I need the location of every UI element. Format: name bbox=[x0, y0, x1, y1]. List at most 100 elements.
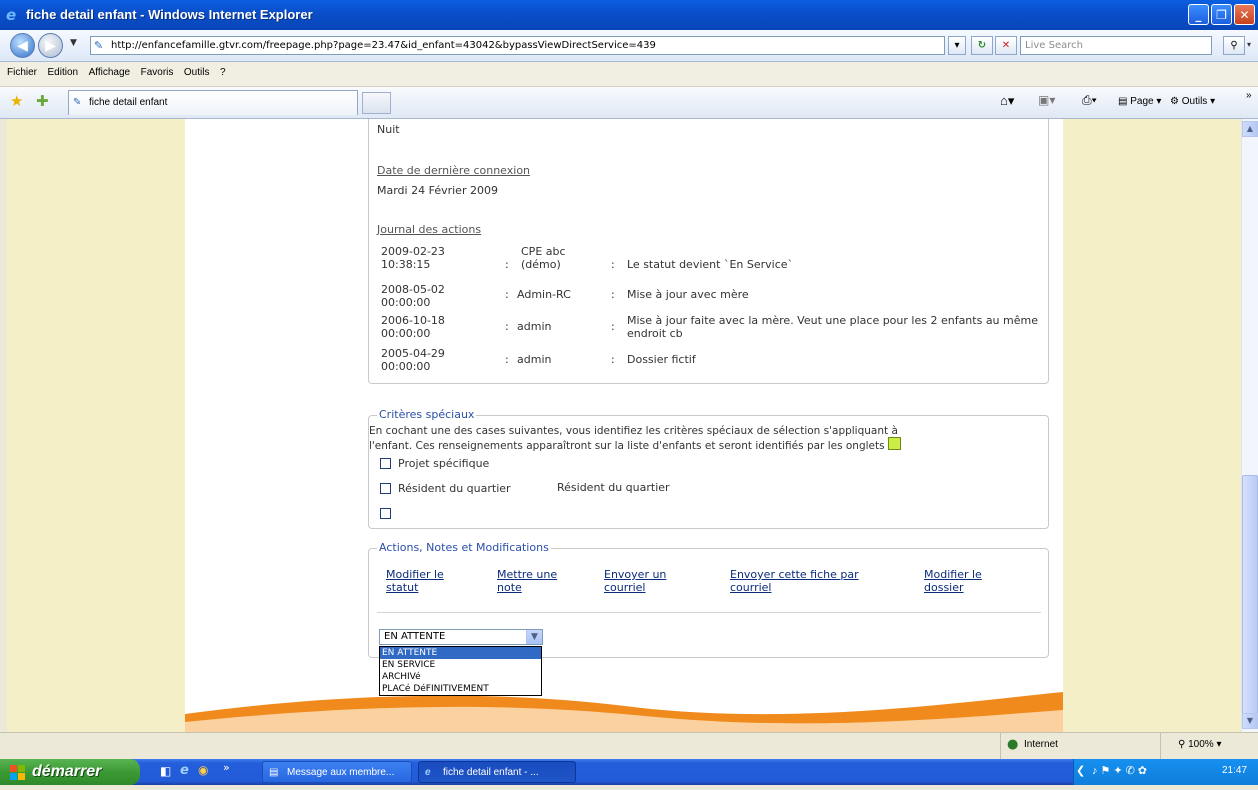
menu-item-affichage[interactable]: Affichage bbox=[89, 62, 131, 84]
quicklaunch-icon[interactable]: ◧ bbox=[160, 764, 171, 778]
footer-swoosh bbox=[185, 692, 1063, 732]
task-label: fiche detail enfant - ... bbox=[443, 767, 539, 778]
menu-item-favoris[interactable]: Favoris bbox=[141, 62, 174, 84]
favorites-star-icon[interactable]: ★ bbox=[10, 92, 23, 110]
menu-item-edition[interactable]: Edition bbox=[48, 62, 79, 84]
journal-date: 2008-05-02 00:00:00 bbox=[381, 283, 445, 309]
envoyer-courriel-link[interactable]: Envoyer un courriel bbox=[604, 568, 666, 594]
link-line: courriel bbox=[604, 581, 646, 594]
close-button[interactable]: ✕ bbox=[1234, 4, 1255, 25]
taskbar-item-message[interactable]: ▤ Message aux membre... bbox=[262, 761, 412, 783]
link-line: statut bbox=[386, 581, 419, 594]
chevron-more-icon[interactable]: » bbox=[223, 761, 230, 774]
actions-legend: Actions, Notes et Modifications bbox=[377, 541, 551, 554]
scroll-up-button[interactable]: ▲ bbox=[1242, 121, 1258, 137]
journal-label: Journal des actions bbox=[377, 223, 482, 236]
address-dropdown-button[interactable]: ▾ bbox=[948, 36, 966, 55]
status-option[interactable]: PLACé DéFINITIVEMENT bbox=[380, 683, 541, 695]
mettre-note-link[interactable]: Mettre une note bbox=[497, 568, 557, 594]
chevron-down-icon[interactable]: ▼ bbox=[526, 630, 542, 644]
modifier-statut-link[interactable]: Modifier le statut bbox=[386, 568, 444, 594]
link-line: courriel bbox=[730, 581, 772, 594]
projet-specifique-checkbox[interactable] bbox=[380, 458, 391, 469]
status-option[interactable]: EN SERVICE bbox=[380, 659, 541, 671]
status-divider bbox=[1000, 733, 1001, 759]
envoyer-fiche-link[interactable]: Envoyer cette fiche par courriel bbox=[730, 568, 859, 594]
history-box bbox=[368, 119, 1049, 384]
address-field[interactable]: ✎ http://enfancefamille.gtvr.com/freepag… bbox=[90, 36, 945, 55]
tray-expand-icon[interactable]: ❮ bbox=[1076, 764, 1085, 777]
page-menu-button[interactable]: ▤ Page ▾ bbox=[1118, 96, 1161, 107]
chevron-more-icon[interactable]: » bbox=[1246, 90, 1252, 101]
start-button[interactable]: démarrer bbox=[0, 759, 140, 785]
journal-user: CPE abc (démo) bbox=[521, 245, 566, 271]
ie-icon: e bbox=[425, 767, 431, 778]
print-icon[interactable]: ⎙▾ bbox=[1082, 93, 1097, 108]
scroll-thumb[interactable] bbox=[1242, 475, 1258, 715]
unnamed-criteria-checkbox[interactable] bbox=[380, 508, 391, 519]
stop-icon[interactable]: ✕ bbox=[995, 36, 1017, 55]
last-login-value: Mardi 24 Février 2009 bbox=[377, 184, 498, 197]
top-value: Nuit bbox=[377, 123, 400, 136]
maximize-button[interactable]: ❐ bbox=[1211, 4, 1232, 25]
menu-item-outils[interactable]: Outils bbox=[184, 62, 210, 84]
address-url: http://enfancefamille.gtvr.com/freepage.… bbox=[111, 40, 656, 51]
taskbar-item-ie[interactable]: e fiche detail enfant - ... bbox=[418, 761, 576, 783]
zoom-level: 100% bbox=[1188, 739, 1214, 750]
ie-logo-icon: e bbox=[6, 6, 17, 24]
journal-user: admin bbox=[517, 353, 552, 366]
last-login-label: Date de dernière connexion bbox=[377, 164, 531, 177]
page-viewport: Nuit Date de dernière connexion Mardi 24… bbox=[7, 119, 1241, 732]
menu-item-fichier[interactable]: Fichier bbox=[7, 62, 37, 84]
window-title: fiche detail enfant - Windows Internet E… bbox=[26, 7, 313, 22]
status-dropdown-list: EN ATTENTE EN SERVICE ARCHIVé PLACé DéFI… bbox=[379, 646, 542, 696]
link-line: Mettre une bbox=[497, 568, 558, 581]
link-line: Envoyer un bbox=[604, 568, 667, 581]
menu-item-help[interactable]: ? bbox=[220, 62, 226, 84]
journal-date: 2009-02-23 10:38:15 bbox=[381, 245, 445, 271]
refresh-icon[interactable]: ↻ bbox=[971, 36, 993, 55]
add-favorites-icon[interactable]: ✚ bbox=[36, 92, 49, 110]
history-dropdown-icon[interactable]: ▼ bbox=[70, 38, 77, 48]
resident-quartier-checkbox[interactable] bbox=[380, 483, 391, 494]
ie-quicklaunch-icon[interactable]: e bbox=[180, 763, 189, 778]
feeds-icon[interactable]: ▣▾ bbox=[1038, 93, 1055, 107]
modifier-dossier-link[interactable]: Modifier le dossier bbox=[924, 568, 982, 594]
minimize-button[interactable]: _ bbox=[1188, 4, 1209, 25]
zoom-control[interactable]: ⚲ 100% ▾ bbox=[1178, 739, 1222, 750]
journal-colon: : bbox=[505, 320, 509, 333]
tab-favicon-icon: ✎ bbox=[73, 97, 82, 108]
page-content: Nuit Date de dernière connexion Mardi 24… bbox=[185, 119, 1063, 732]
journal-action: Mise à jour avec mère bbox=[627, 288, 749, 301]
home-icon[interactable]: ⌂▾ bbox=[1000, 93, 1014, 109]
windows-logo-icon bbox=[10, 764, 26, 780]
new-tab-button[interactable] bbox=[362, 92, 391, 114]
media-quicklaunch-icon[interactable]: ◉ bbox=[198, 763, 208, 777]
status-option[interactable]: EN ATTENTE bbox=[380, 647, 541, 659]
vertical-scrollbar[interactable]: ▲ ▼ bbox=[1241, 119, 1258, 732]
zone-label: Internet bbox=[1024, 739, 1058, 750]
tab-fiche-detail-enfant[interactable]: ✎ fiche detail enfant bbox=[68, 90, 358, 115]
status-select[interactable]: EN ATTENTE ▼ bbox=[379, 629, 543, 645]
journal-colon: : bbox=[505, 288, 509, 301]
criteria-description-line: En cochant une des cases suivantes, vous… bbox=[369, 425, 898, 437]
address-toolbar: ◀ ▶ ▼ ✎ http://enfancefamille.gtvr.com/f… bbox=[0, 30, 1258, 62]
search-options-icon[interactable]: ▾ bbox=[1247, 40, 1251, 49]
forward-button[interactable]: ▶ bbox=[38, 33, 63, 58]
status-divider bbox=[1160, 733, 1161, 759]
status-select-value: EN ATTENTE bbox=[384, 631, 446, 642]
resident-quartier-note: Résident du quartier bbox=[557, 481, 670, 494]
tools-menu-button[interactable]: ⚙ Outils ▾ bbox=[1170, 96, 1215, 107]
status-option[interactable]: ARCHIVé bbox=[380, 671, 541, 683]
globe-icon: ● bbox=[1007, 737, 1019, 752]
window-titlebar: e fiche detail enfant - Windows Internet… bbox=[0, 0, 1258, 30]
search-icon[interactable]: ⚲ bbox=[1223, 36, 1245, 55]
scroll-down-button[interactable]: ▼ bbox=[1242, 713, 1258, 729]
tab-bar: ★ ✚ ✎ fiche detail enfant ⌂▾ ▣▾ ⎙▾ ▤ Pag… bbox=[0, 87, 1258, 119]
task-label: Message aux membre... bbox=[287, 767, 395, 778]
projet-specifique-label: Projet spécifique bbox=[398, 457, 490, 470]
journal-colon: : bbox=[611, 353, 615, 366]
back-button[interactable]: ◀ bbox=[10, 33, 35, 58]
tray-icons[interactable]: ♪⚑✦✆✿ bbox=[1092, 764, 1150, 777]
search-input[interactable]: Live Search bbox=[1020, 36, 1212, 55]
